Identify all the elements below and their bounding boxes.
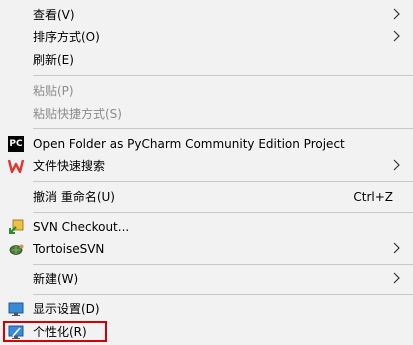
submenu-arrow-icon bbox=[393, 272, 400, 284]
menu-item-file-search-label: 文件快速搜索 bbox=[33, 159, 106, 173]
desktop-context-menu: 查看(V) 排序方式(O) 刷新(E) 粘贴(P) 粘贴快捷方式(S) PC O… bbox=[0, 0, 413, 345]
menu-item-refresh[interactable]: 刷新(E) bbox=[0, 49, 413, 71]
menu-separator bbox=[33, 181, 413, 182]
menu-item-paste-label: 粘贴(P) bbox=[33, 84, 74, 98]
menu-item-undo-rename[interactable]: 撤消 重命名(U) Ctrl+Z bbox=[0, 186, 413, 208]
display-icon bbox=[8, 302, 24, 316]
menu-item-svn-checkout-label: SVN Checkout... bbox=[33, 220, 130, 234]
wps-icon bbox=[8, 159, 24, 174]
menu-item-paste: 粘贴(P) bbox=[0, 80, 413, 102]
menu-item-paste-shortcut-label: 粘贴快捷方式(S) bbox=[33, 107, 122, 121]
menu-item-undo-rename-label: 撤消 重命名(U) bbox=[33, 190, 115, 204]
menu-item-display-settings-label: 显示设置(D) bbox=[33, 302, 100, 316]
svn-checkout-icon bbox=[9, 219, 24, 234]
menu-item-new-label: 新建(W) bbox=[33, 272, 79, 286]
menu-item-view[interactable]: 查看(V) bbox=[0, 4, 413, 26]
menu-item-pycharm-label: Open Folder as PyCharm Community Edition… bbox=[33, 137, 345, 151]
menu-separator bbox=[33, 264, 413, 265]
menu-item-sort-by-label: 排序方式(O) bbox=[33, 30, 100, 44]
menu-separator bbox=[33, 294, 413, 295]
submenu-arrow-icon bbox=[393, 30, 400, 42]
menu-item-paste-shortcut: 粘贴快捷方式(S) bbox=[0, 103, 413, 125]
menu-item-refresh-label: 刷新(E) bbox=[33, 53, 74, 67]
menu-separator bbox=[33, 128, 413, 129]
menu-item-undo-shortcut: Ctrl+Z bbox=[353, 190, 393, 204]
menu-separator bbox=[33, 75, 413, 76]
menu-item-file-search[interactable]: 文件快速搜索 bbox=[0, 155, 413, 177]
submenu-arrow-icon bbox=[393, 8, 400, 20]
menu-item-sort-by[interactable]: 排序方式(O) bbox=[0, 26, 413, 48]
menu-item-tortoisesvn-label: TortoiseSVN bbox=[33, 242, 105, 256]
menu-item-pycharm[interactable]: PC Open Folder as PyCharm Community Edit… bbox=[0, 133, 413, 155]
tortoisesvn-icon bbox=[9, 244, 24, 255]
menu-item-tortoisesvn[interactable]: TortoiseSVN bbox=[0, 238, 413, 260]
pycharm-icon: PC bbox=[8, 136, 24, 152]
menu-separator bbox=[33, 212, 413, 213]
menu-item-view-label: 查看(V) bbox=[33, 8, 75, 22]
menu-item-svn-checkout[interactable]: SVN Checkout... bbox=[0, 216, 413, 238]
submenu-arrow-icon bbox=[393, 242, 400, 254]
menu-item-display-settings[interactable]: 显示设置(D) bbox=[0, 298, 413, 320]
submenu-arrow-icon bbox=[393, 159, 400, 171]
menu-item-new[interactable]: 新建(W) bbox=[0, 268, 413, 290]
personalize-highlight-box bbox=[3, 321, 107, 342]
